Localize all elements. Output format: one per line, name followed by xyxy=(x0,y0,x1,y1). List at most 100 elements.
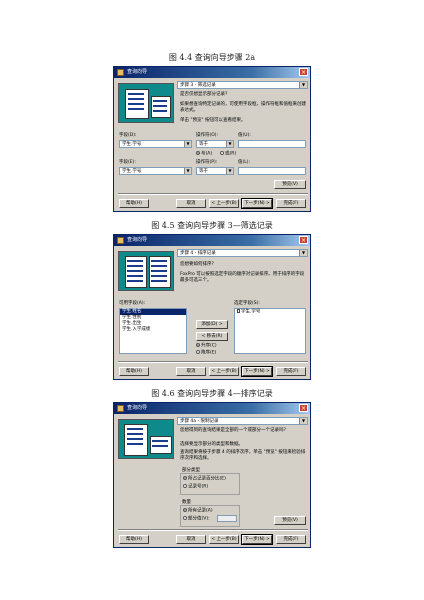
radio-selected-icon xyxy=(196,343,200,347)
operator-select-2[interactable]: 等于 ▼ xyxy=(196,167,234,175)
chevron-down-icon: ▼ xyxy=(184,141,191,147)
ascending-label: 升序(C) xyxy=(201,343,217,349)
radio-selected-icon xyxy=(196,151,200,155)
next-button[interactable]: 下一步(N) > xyxy=(241,534,273,545)
operator-label-1: 操作符(O): xyxy=(196,133,219,138)
available-fields-label: 可用字段(A): xyxy=(119,301,146,306)
help-button[interactable]: 帮助(H) xyxy=(119,535,149,544)
help-button[interactable]: 帮助(H) xyxy=(119,199,149,208)
description-text: FoxPro 可以按照选定字段的顺序对记录排序。用于排序的字段最多可选三个。 xyxy=(180,272,305,283)
operator-label-2: 操作符(P): xyxy=(196,160,218,165)
query-wizard-step3-dialog: 查询向导 × 步骤 3 - 筛选记录 ▼ 是否仅想显示部分记录? 如果想查询特定… xyxy=(113,66,311,212)
preview-button[interactable]: 预览(V) xyxy=(274,516,306,525)
wizard-illustration-icon xyxy=(118,83,174,123)
back-button[interactable]: < 上一步(B) xyxy=(209,367,239,376)
step-dropdown[interactable]: 步骤 3 - 筛选记录 ▼ xyxy=(177,81,308,89)
chevron-down-icon: ▼ xyxy=(226,168,233,174)
radio-unselected-icon xyxy=(220,151,224,155)
portion-percent-label: 所占记录百分比(E) xyxy=(188,476,226,482)
chevron-down-icon: ▼ xyxy=(299,418,307,424)
available-fields-list[interactable]: 学生.姓名 学生.性别 学生.出生 学生.入学成绩 xyxy=(119,308,187,354)
step-dropdown[interactable]: 步骤 4 - 排序记录 ▼ xyxy=(177,249,308,257)
close-icon[interactable]: × xyxy=(299,236,308,244)
close-icon[interactable]: × xyxy=(299,68,308,76)
radio-unselected-icon xyxy=(183,484,187,488)
help-button[interactable]: 帮助(H) xyxy=(119,367,149,376)
portion-count-label: 记录号(R) xyxy=(188,484,209,490)
chevron-down-icon: ▼ xyxy=(299,82,307,88)
amount-all-radio[interactable]: 所有记录(A) xyxy=(183,508,213,515)
field-select-1-value: 学生.学号 xyxy=(122,142,142,147)
next-button[interactable]: 下一步(N) > xyxy=(241,366,273,377)
and-radio[interactable]: 与(A) xyxy=(196,151,212,158)
finish-button[interactable]: 完成(F) xyxy=(276,535,306,544)
step-label: 步骤 4 - 排序记录 xyxy=(180,251,216,256)
app-icon xyxy=(117,405,124,412)
selected-fields-list[interactable]: 学生.学号 xyxy=(234,308,306,354)
title-bar: 查询向导 × xyxy=(114,67,310,78)
list-item[interactable]: 学生.入学成绩 xyxy=(120,327,186,333)
field-label-2: 字段(E): xyxy=(119,160,136,165)
divider xyxy=(118,193,308,195)
wizard-illustration-icon xyxy=(118,419,174,459)
field-select-2[interactable]: 学生.学号 ▼ xyxy=(119,167,192,175)
question-text: 您想要如何排序? xyxy=(180,262,214,267)
radio-selected-icon xyxy=(183,508,187,512)
selected-field-label: 学生.学号 xyxy=(241,309,261,315)
finish-button[interactable]: 完成(F) xyxy=(276,199,306,208)
or-radio[interactable]: 或(R) xyxy=(220,151,236,158)
add-button[interactable]: 添加(D) > xyxy=(196,320,228,329)
figure-caption-4-4: 图 4.4 查询向导步骤 2a xyxy=(168,53,256,62)
description-text-1: 选择要显示部分的类型和数据。 xyxy=(180,442,243,447)
back-button[interactable]: < 上一步(B) xyxy=(209,199,239,208)
figure-caption-4-6: 图 4.6 查询向导步骤 4—排序记录 xyxy=(151,389,273,398)
title-bar: 查询向导 × xyxy=(114,235,310,246)
next-button[interactable]: 下一步(N) > xyxy=(241,198,273,209)
amount-all-label: 所有记录(A) xyxy=(188,508,213,514)
portion-percent-radio[interactable]: 所占记录百分比(E) xyxy=(183,476,226,483)
value-label-2: 值(L): xyxy=(238,160,251,165)
field-select-1[interactable]: 学生.学号 ▼ xyxy=(119,140,192,148)
window-title: 查询向导 xyxy=(127,69,148,75)
close-icon[interactable]: × xyxy=(299,404,308,412)
chevron-down-icon: ▼ xyxy=(184,168,191,174)
description-text: 如果想查询特定记录的，可使用字段框，操作符框和值框来创建表达式。 xyxy=(180,102,306,113)
amount-part-label: 部分值(V): xyxy=(188,516,210,522)
title-bar: 查询向导 × xyxy=(114,403,310,414)
divider xyxy=(118,361,308,363)
cancel-button[interactable]: 取消 xyxy=(176,199,206,208)
back-button[interactable]: < 上一步(B) xyxy=(209,535,239,544)
value-input-1[interactable] xyxy=(238,140,306,148)
app-icon xyxy=(117,237,124,244)
amount-value-stepper[interactable] xyxy=(217,515,237,522)
amount-part-radio[interactable]: 部分值(V): xyxy=(183,516,210,523)
question-text: 您想得到的查询结果是全部的一个或部分一个记录吗? xyxy=(180,428,286,433)
value-input-2[interactable] xyxy=(238,167,306,175)
preview-hint-text: 单击 "预览" 按钮可以查看结果。 xyxy=(180,118,246,123)
cancel-button[interactable]: 取消 xyxy=(176,535,206,544)
descending-radio[interactable]: 降序(E) xyxy=(196,350,216,357)
ascending-radio[interactable]: 升序(C) xyxy=(196,343,217,350)
step-label: 步骤 4a - 限制记录 xyxy=(180,419,219,424)
sort-indicator-icon xyxy=(237,309,240,313)
finish-button[interactable]: 完成(F) xyxy=(276,367,306,376)
or-label: 或(R) xyxy=(225,151,237,157)
step-dropdown[interactable]: 步骤 4a - 限制记录 ▼ xyxy=(177,417,308,425)
operator-select-1[interactable]: 等于 ▼ xyxy=(196,140,234,148)
window-title: 查询向导 xyxy=(127,405,148,411)
description-text-2: 查询结果将按于步骤 4 的排序次序，单击 "预览" 按钮来检验排序次序和选择。 xyxy=(180,450,306,461)
operator-select-2-value: 等于 xyxy=(199,169,208,174)
query-wizard-step4a-dialog: 查询向导 × 步骤 4a - 限制记录 ▼ 您想得到的查询结果是全部的一个或部分… xyxy=(113,402,311,548)
chevron-down-icon: ▼ xyxy=(299,250,307,256)
cancel-button[interactable]: 取消 xyxy=(176,367,206,376)
field-label-1: 字段(D): xyxy=(119,133,137,138)
wizard-illustration-icon xyxy=(118,251,174,291)
value-label-1: 值(U): xyxy=(238,133,251,138)
remove-button[interactable]: < 移去(R) xyxy=(196,332,228,341)
preview-button[interactable]: 预览(V) xyxy=(274,180,306,189)
portion-count-radio[interactable]: 记录号(R) xyxy=(183,484,208,491)
app-icon xyxy=(117,69,124,76)
descending-label: 降序(E) xyxy=(201,350,217,356)
list-item[interactable]: 学生.学号 xyxy=(235,309,305,316)
chevron-down-icon: ▼ xyxy=(226,141,233,147)
